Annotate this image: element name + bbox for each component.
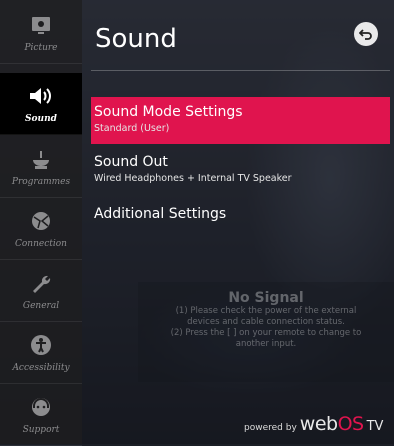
no-signal-message: No Signal (1) Please check the power of … xyxy=(138,282,394,382)
sidebar-item-general[interactable]: General xyxy=(0,260,82,322)
menu-item-sound-out[interactable]: Sound Out Wired Headphones + Internal TV… xyxy=(91,154,390,194)
no-signal-title: No Signal xyxy=(228,290,304,306)
sidebar-item-sound[interactable]: Sound xyxy=(0,73,82,135)
picture-icon xyxy=(28,12,54,38)
no-signal-line-4: another input. xyxy=(235,339,297,349)
page-title: Sound xyxy=(95,24,177,54)
powered-by-text: powered by xyxy=(244,423,297,433)
sidebar-item-label: Picture xyxy=(24,43,58,53)
menu-item-value: Wired Headphones + Internal TV Speaker xyxy=(94,173,292,184)
accessibility-icon xyxy=(28,332,54,358)
sidebar-item-label: Accessibility xyxy=(12,363,70,373)
menu-item-additional-settings[interactable]: Additional Settings xyxy=(91,206,390,228)
menu-item-label: Additional Settings xyxy=(94,206,227,222)
sidebar-item-label: General xyxy=(22,301,60,311)
speaker-icon xyxy=(28,83,54,109)
webos-logo: powered by web OS TV xyxy=(244,413,383,435)
logo-web-text: web xyxy=(299,413,338,435)
logo-tv-text: TV xyxy=(366,419,384,434)
menu-item-label: Sound Out xyxy=(94,154,168,170)
menu-item-value: Standard (User) xyxy=(94,123,170,134)
no-signal-line-1: (1) Please check the power of the extern… xyxy=(175,306,357,316)
network-globe-icon xyxy=(28,208,54,234)
no-signal-line-3: (2) Press the [ ] on your remote to chan… xyxy=(170,328,362,338)
back-arrow-icon xyxy=(358,25,373,44)
sidebar-item-label: Sound xyxy=(25,114,57,124)
no-signal-line-2: devices and cable connection status. xyxy=(187,317,345,327)
wrench-icon xyxy=(28,270,54,296)
sidebar: Picture Sound Programmes Connection Gene… xyxy=(0,0,82,446)
sidebar-item-picture[interactable]: Picture xyxy=(0,2,82,64)
menu-item-label: Sound Mode Settings xyxy=(94,104,243,120)
sidebar-item-accessibility[interactable]: Accessibility xyxy=(0,322,82,384)
sidebar-item-support[interactable]: Support xyxy=(0,384,82,446)
sidebar-item-label: Programmes xyxy=(11,177,71,187)
sidebar-item-label: Connection xyxy=(15,239,67,249)
sidebar-item-programmes[interactable]: Programmes xyxy=(0,136,82,198)
support-headset-icon xyxy=(28,394,54,420)
antenna-icon xyxy=(28,146,54,172)
sidebar-item-label: Support xyxy=(22,425,60,435)
logo-os-text: OS xyxy=(337,413,365,435)
back-button[interactable] xyxy=(354,22,378,46)
sidebar-item-connection[interactable]: Connection xyxy=(0,198,82,260)
header-divider xyxy=(91,70,390,71)
menu-item-sound-mode-settings[interactable]: Sound Mode Settings Standard (User) xyxy=(91,97,390,144)
